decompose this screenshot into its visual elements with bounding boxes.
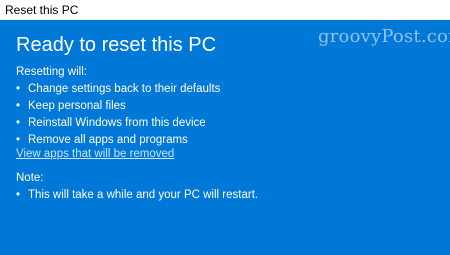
reset-panel: groovyPost.com Ready to reset this PC Re… [0, 20, 450, 255]
note-label: Note: [16, 172, 44, 184]
list-item: • Remove all apps and programs [16, 132, 220, 149]
page-title: Ready to reset this PC [16, 34, 217, 56]
list-item: • Reinstall Windows from this device [16, 115, 220, 132]
list-item-text: Keep personal files [28, 100, 126, 112]
list-item-text: Remove all apps and programs [28, 134, 188, 146]
bullet-icon: • [16, 100, 21, 112]
window-title: Reset this PC [5, 3, 79, 17]
bullet-icon: • [16, 134, 21, 146]
note-list: • This will take a while and your PC will… [16, 187, 258, 204]
list-item: • Keep personal files [16, 98, 220, 115]
resetting-label: Resetting will: [16, 66, 87, 78]
watermark-logo: groovyPost.com [318, 26, 450, 47]
window-titlebar: Reset this PC [0, 0, 450, 20]
bullet-icon: • [16, 83, 21, 95]
note-text: This will take a while and your PC will … [28, 189, 259, 201]
bullet-icon: • [16, 117, 21, 129]
list-item-text: Change settings back to their defaults [28, 83, 221, 95]
list-item-text: Reinstall Windows from this device [28, 117, 206, 129]
view-apps-link[interactable]: View apps that will be removed [16, 148, 174, 160]
list-item: • Change settings back to their defaults [16, 81, 220, 98]
list-item: • This will take a while and your PC will… [16, 187, 258, 204]
bullet-icon: • [16, 189, 21, 201]
reset-actions-list: • Change settings back to their defaults … [16, 81, 220, 149]
